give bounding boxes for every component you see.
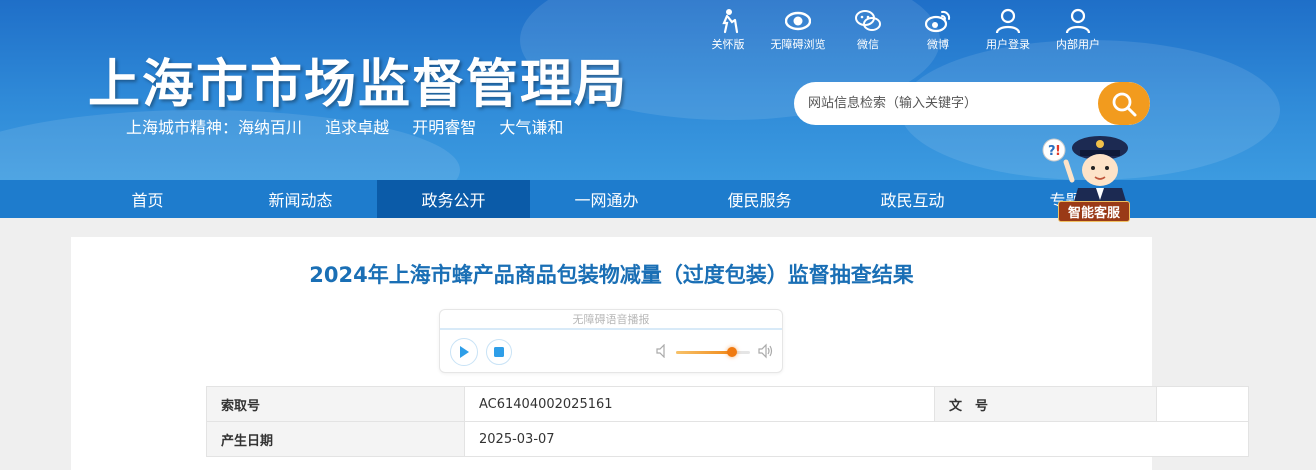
internal-user-link[interactable]: 内部用户 <box>1038 8 1118 52</box>
top-link-label: 微博 <box>927 38 949 51</box>
search-input[interactable] <box>794 82 1098 125</box>
wechat-icon <box>855 10 881 31</box>
svg-text:!: ! <box>1055 144 1061 159</box>
info-key: 产生日期 <box>206 421 465 457</box>
search-icon <box>1112 92 1137 116</box>
info-value: AC61404002025161 <box>464 386 935 422</box>
audio-controls <box>440 330 782 372</box>
nav-item-government-affairs[interactable]: 政务公开 <box>377 180 530 218</box>
weibo-link[interactable]: 微博 <box>898 8 978 52</box>
audio-player-label: 无障碍语音播报 <box>440 310 782 330</box>
elderly-care-link[interactable]: 关怀版 <box>688 8 768 52</box>
nav-item-public-services[interactable]: 便民服务 <box>683 180 836 218</box>
play-button[interactable] <box>450 338 478 366</box>
top-links: 关怀版 无障碍浏览 微信 微博 用户登录 内部用户 <box>688 8 1108 52</box>
smart-service-button[interactable]: 智能客服 <box>1058 201 1130 222</box>
top-link-label: 关怀版 <box>711 38 745 51</box>
info-key: 文 号 <box>934 386 1157 422</box>
table-row: 产生日期 2025-03-07 <box>206 421 1249 457</box>
volume-knob[interactable] <box>726 347 737 357</box>
elderly-care-icon <box>722 9 739 34</box>
slogan-part: 大气谦和 <box>499 118 564 137</box>
volume-low-icon[interactable] <box>656 344 668 358</box>
info-key: 索取号 <box>206 386 465 422</box>
stop-icon <box>494 347 504 357</box>
nav-item-interaction[interactable]: 政民互动 <box>836 180 989 218</box>
slogan-part: 开明睿智 <box>412 118 477 137</box>
accessibility-link[interactable]: 无障碍浏览 <box>758 8 838 52</box>
nav-item-one-stop-service[interactable]: 一网通办 <box>530 180 683 218</box>
top-link-label: 内部用户 <box>1056 38 1100 51</box>
stop-button[interactable] <box>486 339 512 365</box>
info-value: 2025-03-07 <box>464 421 1249 457</box>
user-icon <box>995 8 1021 34</box>
city-slogan: 上海城市精神：海纳百川 追求卓越 开明睿智 大气谦和 <box>126 114 581 138</box>
search-button[interactable] <box>1098 82 1150 125</box>
volume-slider[interactable] <box>676 347 750 357</box>
slogan-part: 上海城市精神：海纳百川 <box>126 118 303 137</box>
table-row: 索取号 AC61404002025161 文 号 <box>206 386 1249 422</box>
play-icon <box>460 346 469 358</box>
article-title: 2024年上海市蜂产品商品包装物减量（过度包装）监督抽查结果 <box>309 263 914 287</box>
audio-player: 无障碍语音播报 <box>439 309 783 373</box>
volume-high-icon[interactable] <box>758 343 774 359</box>
top-link-label: 无障碍浏览 <box>770 38 826 51</box>
document-info-table: 索取号 AC61404002025161 文 号 产生日期 2025-03-07 <box>206 386 1249 457</box>
site-search <box>794 82 1150 125</box>
eye-icon <box>785 11 811 31</box>
weibo-icon <box>925 10 951 33</box>
top-link-label: 微信 <box>857 38 879 51</box>
volume-fill <box>676 351 732 354</box>
nav-item-home[interactable]: 首页 <box>71 180 224 218</box>
slogan-part: 追求卓越 <box>325 118 390 137</box>
wechat-link[interactable]: 微信 <box>828 8 908 52</box>
site-title[interactable]: 上海市市场监督管理局 <box>88 42 628 117</box>
info-value <box>1156 386 1249 422</box>
nav-item-news[interactable]: 新闻动态 <box>224 180 377 218</box>
user-icon <box>1065 8 1091 34</box>
user-login-link[interactable]: 用户登录 <box>968 8 1048 52</box>
top-link-label: 用户登录 <box>986 38 1030 51</box>
